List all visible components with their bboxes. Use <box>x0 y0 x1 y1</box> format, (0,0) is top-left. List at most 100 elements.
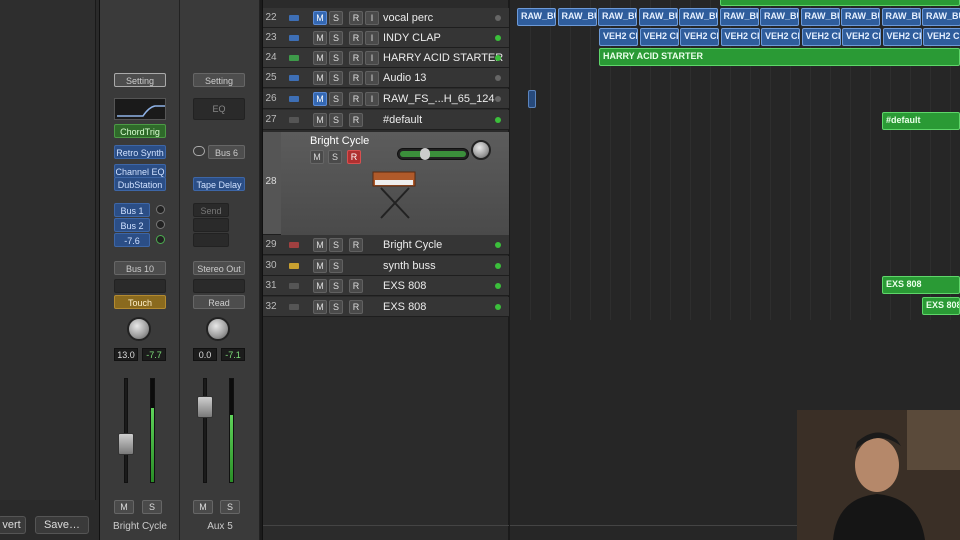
record-enable-button[interactable]: R <box>347 150 361 164</box>
input-monitor-button[interactable]: I <box>365 11 379 25</box>
setting-button[interactable]: Setting <box>193 73 245 87</box>
track-name[interactable]: Bright Cycle <box>310 135 369 147</box>
track-name[interactable]: vocal perc <box>383 8 433 28</box>
volume-readout[interactable]: 0.0 <box>193 348 217 361</box>
solo-button[interactable]: S <box>329 51 343 65</box>
audio-region[interactable]: VEH2 Cl <box>923 28 960 46</box>
send-1-knob[interactable] <box>156 205 165 214</box>
record-button[interactable]: R <box>349 113 363 127</box>
mute-button[interactable]: M <box>310 150 324 164</box>
volume-readout[interactable]: 13.0 <box>114 348 138 361</box>
audio-region[interactable]: VEH2 Cl <box>761 28 800 46</box>
track-on-button[interactable] <box>495 75 501 81</box>
chord-trig-slot[interactable]: ChordTrig <box>114 124 166 138</box>
track-on-button[interactable] <box>495 96 501 102</box>
record-button[interactable]: R <box>349 31 363 45</box>
solo-button[interactable]: S <box>329 279 343 293</box>
track-name[interactable]: synth buss <box>383 256 436 276</box>
solo-button[interactable]: S <box>142 500 162 514</box>
automation-mode[interactable]: Read <box>193 295 245 309</box>
eq-slot[interactable]: EQ <box>193 98 245 120</box>
audio-region[interactable]: RAW_BU <box>517 8 556 26</box>
mute-button[interactable]: M <box>313 113 327 127</box>
track-name[interactable]: Bright Cycle <box>383 235 442 255</box>
fx-slot-1[interactable]: Tape Delay <box>193 177 245 191</box>
send-slot-empty-2[interactable] <box>193 233 229 247</box>
mute-button[interactable]: M <box>114 500 134 514</box>
send-slot[interactable]: Send <box>193 203 229 217</box>
audio-region[interactable]: RAW_BU <box>922 8 960 26</box>
fx-slot-1[interactable]: Channel EQ <box>114 164 166 178</box>
audio-region[interactable]: RAW_BU <box>760 8 799 26</box>
track-name[interactable]: RAW_FS_...H_65_124 <box>383 89 494 109</box>
track-row[interactable]: 27 M S R #default <box>263 110 509 130</box>
audio-region[interactable]: RAW_BU <box>841 8 880 26</box>
track-on-button[interactable] <box>495 35 501 41</box>
track-row[interactable]: 22 M S R I vocal perc <box>263 8 509 28</box>
send-slot-2[interactable]: Bus 2 <box>114 218 150 232</box>
audio-region[interactable]: RAW_BU <box>557 8 597 26</box>
audio-region[interactable]: RAW_BU <box>638 8 678 26</box>
solo-button[interactable]: S <box>328 150 342 164</box>
track-row[interactable]: 25 M S R I Audio 13 <box>263 68 509 88</box>
input-slot[interactable]: Bus 6 <box>208 145 245 159</box>
midi-region[interactable]: #default <box>882 112 960 130</box>
channel-name[interactable]: Aux 5 <box>180 521 260 532</box>
volume-slider[interactable] <box>397 148 469 160</box>
track-name[interactable]: EXS 808 <box>383 276 426 296</box>
audio-region[interactable]: VEH2 Cl <box>599 28 638 46</box>
midi-region[interactable]: EXS 808 <box>922 297 960 315</box>
record-button[interactable]: R <box>349 92 363 106</box>
solo-button[interactable]: S <box>329 92 343 106</box>
audio-region[interactable]: VEH2 Cl <box>639 28 679 46</box>
solo-button[interactable]: S <box>329 113 343 127</box>
send-3-knob[interactable] <box>156 235 165 244</box>
audio-region[interactable]: VEH2 Cl <box>720 28 760 46</box>
track-row[interactable]: 31 M S R EXS 808 <box>263 276 509 296</box>
output-slot[interactable]: Stereo Out <box>193 261 245 275</box>
fx-slot-2[interactable]: DubStation <box>114 177 166 191</box>
audio-region-small[interactable] <box>528 90 536 108</box>
track-on-button[interactable] <box>495 15 501 21</box>
audio-region[interactable]: VEH2 Cl <box>801 28 841 46</box>
track-on-button[interactable] <box>495 242 501 248</box>
audio-region[interactable]: VEH2 Cl <box>680 28 719 46</box>
track-on-button[interactable] <box>495 304 501 310</box>
audio-region[interactable]: RAW_BU <box>881 8 921 26</box>
save-button[interactable]: Save… <box>35 516 89 534</box>
record-button[interactable]: R <box>349 51 363 65</box>
audio-region[interactable]: VEH2 Cl <box>842 28 881 46</box>
mute-button[interactable]: M <box>313 31 327 45</box>
volume-fader-track[interactable] <box>124 378 128 483</box>
volume-fader[interactable] <box>197 396 213 418</box>
mute-button[interactable]: M <box>313 11 327 25</box>
track-row[interactable]: 23 M S R I INDY CLAP <box>263 28 509 48</box>
track-row[interactable]: 30 M S synth buss <box>263 256 509 276</box>
record-button[interactable]: R <box>349 238 363 252</box>
mute-button[interactable]: M <box>313 300 327 314</box>
output-slot[interactable]: Bus 10 <box>114 261 166 275</box>
input-monitor-button[interactable]: I <box>365 51 379 65</box>
solo-button[interactable]: S <box>329 31 343 45</box>
track-row-expanded[interactable]: 28 Bright Cycle M S R <box>263 132 509 235</box>
track-on-button[interactable] <box>495 55 501 61</box>
pan-knob[interactable] <box>471 140 491 160</box>
group-slot[interactable] <box>193 279 245 293</box>
group-slot[interactable] <box>114 279 166 293</box>
track-row[interactable]: 32 M S R EXS 808 <box>263 297 509 317</box>
pan-knob[interactable] <box>206 317 230 341</box>
audio-region[interactable]: RAW_BU <box>800 8 840 26</box>
solo-button[interactable]: S <box>329 300 343 314</box>
solo-button[interactable]: S <box>329 238 343 252</box>
solo-button[interactable]: S <box>220 500 240 514</box>
midi-region[interactable]: HARRY ACID STARTER <box>599 48 960 66</box>
solo-button[interactable]: S <box>329 11 343 25</box>
mute-button[interactable]: M <box>313 259 327 273</box>
track-name[interactable]: HARRY ACID STARTER <box>383 48 503 68</box>
automation-mode[interactable]: Touch <box>114 295 166 309</box>
track-row[interactable]: 24 M S R I HARRY ACID STARTER <box>263 48 509 68</box>
audio-region[interactable]: VEH2 Cl <box>882 28 922 46</box>
mute-button[interactable]: M <box>313 71 327 85</box>
channel-name[interactable]: Bright Cycle <box>100 521 180 532</box>
eq-thumbnail[interactable] <box>114 98 166 120</box>
